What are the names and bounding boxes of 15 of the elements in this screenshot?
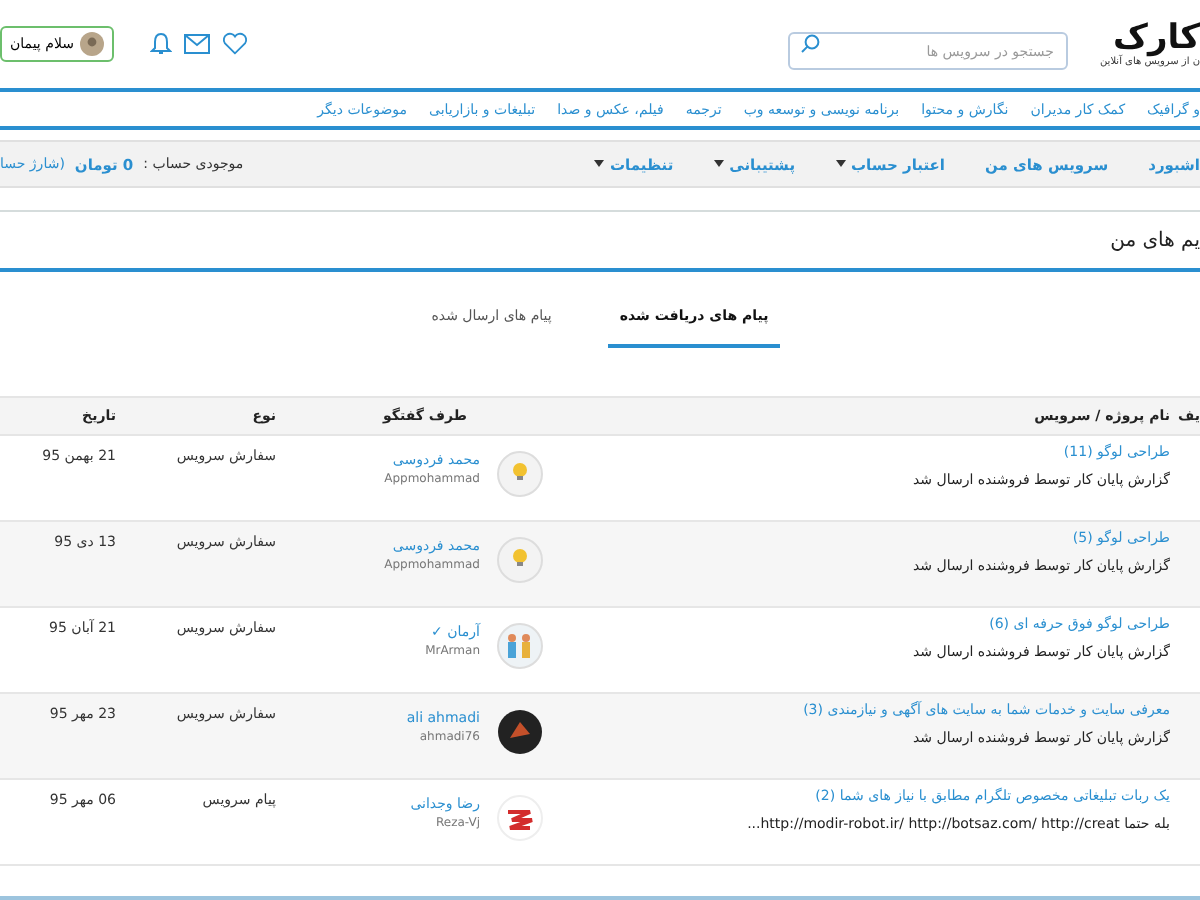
logo[interactable]: کارک — [1113, 21, 1200, 55]
heart-icon[interactable] — [221, 32, 248, 56]
caret-icon — [835, 160, 846, 168]
bell-icon[interactable] — [149, 32, 172, 56]
avatar-icon — [496, 450, 544, 498]
mail-icon[interactable] — [183, 34, 210, 54]
page-title: یم های من — [1110, 229, 1200, 251]
avatar-icon — [496, 794, 544, 842]
avatar-icon — [496, 622, 544, 670]
caret-icon — [594, 160, 605, 168]
avatar-icon — [79, 32, 104, 56]
avatar-icon — [496, 536, 544, 584]
caret-icon — [713, 160, 724, 168]
avatar-icon — [496, 708, 544, 756]
search-icon — [800, 34, 820, 54]
